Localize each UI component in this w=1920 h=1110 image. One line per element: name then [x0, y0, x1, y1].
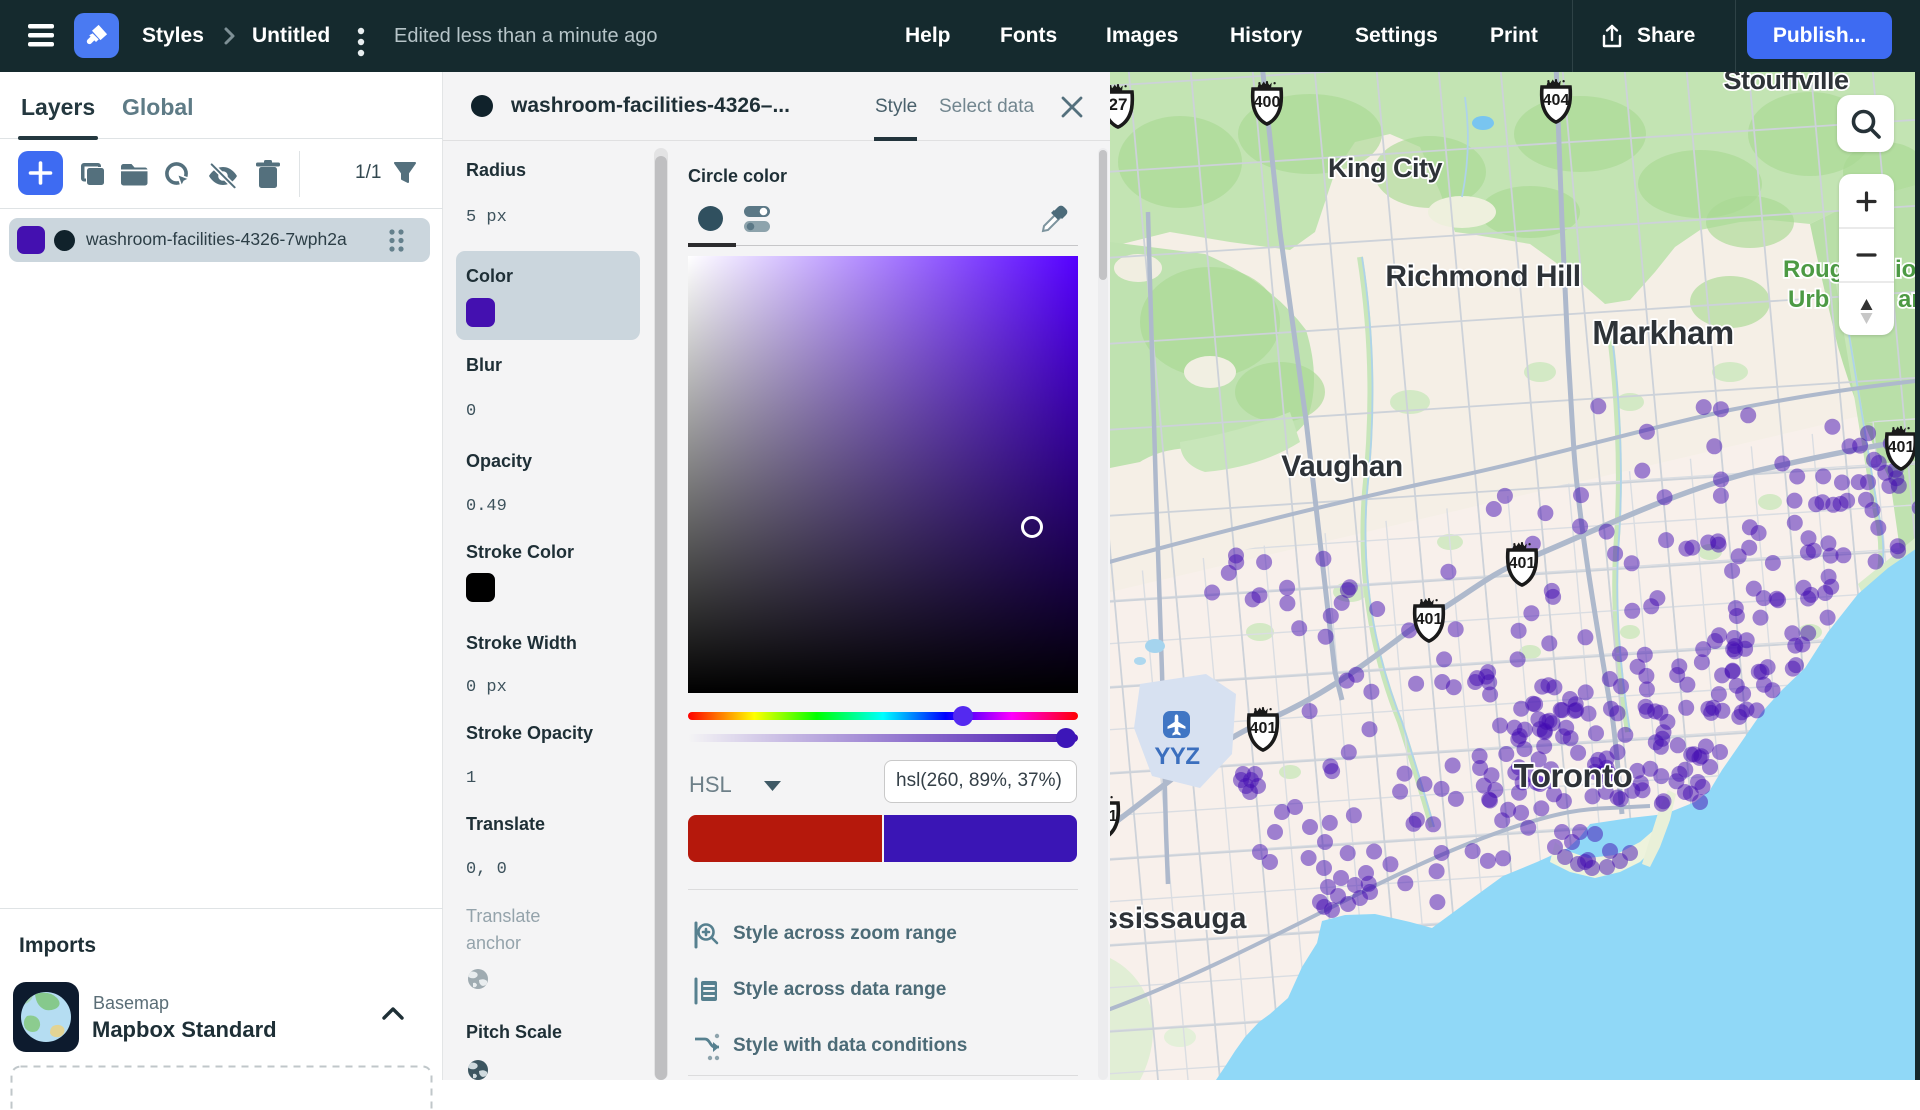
svg-text:Stouffville: Stouffville — [1723, 72, 1848, 95]
svg-text:Urb: Urb — [1788, 286, 1829, 313]
svg-text:Vaughan: Vaughan — [1281, 450, 1403, 483]
svg-text:401: 401 — [1509, 555, 1536, 572]
svg-text:io: io — [1895, 256, 1916, 283]
svg-text:400: 400 — [1254, 94, 1281, 111]
svg-text:Richmond Hill: Richmond Hill — [1385, 260, 1580, 293]
svg-text:YYZ: YYZ — [1154, 743, 1199, 770]
svg-text:401: 401 — [1888, 439, 1915, 456]
svg-text:27: 27 — [1110, 95, 1127, 114]
svg-text:401: 401 — [1110, 808, 1117, 825]
svg-text:401: 401 — [1250, 720, 1277, 737]
svg-text:King City: King City — [1328, 153, 1442, 183]
svg-text:401: 401 — [1416, 611, 1443, 628]
svg-text:Mississauga: Mississauga — [1110, 902, 1247, 935]
svg-text:Markham: Markham — [1592, 314, 1733, 351]
svg-text:Toronto: Toronto — [1514, 757, 1633, 794]
svg-text:Roug: Roug — [1783, 256, 1844, 283]
svg-text:404: 404 — [1543, 92, 1570, 109]
